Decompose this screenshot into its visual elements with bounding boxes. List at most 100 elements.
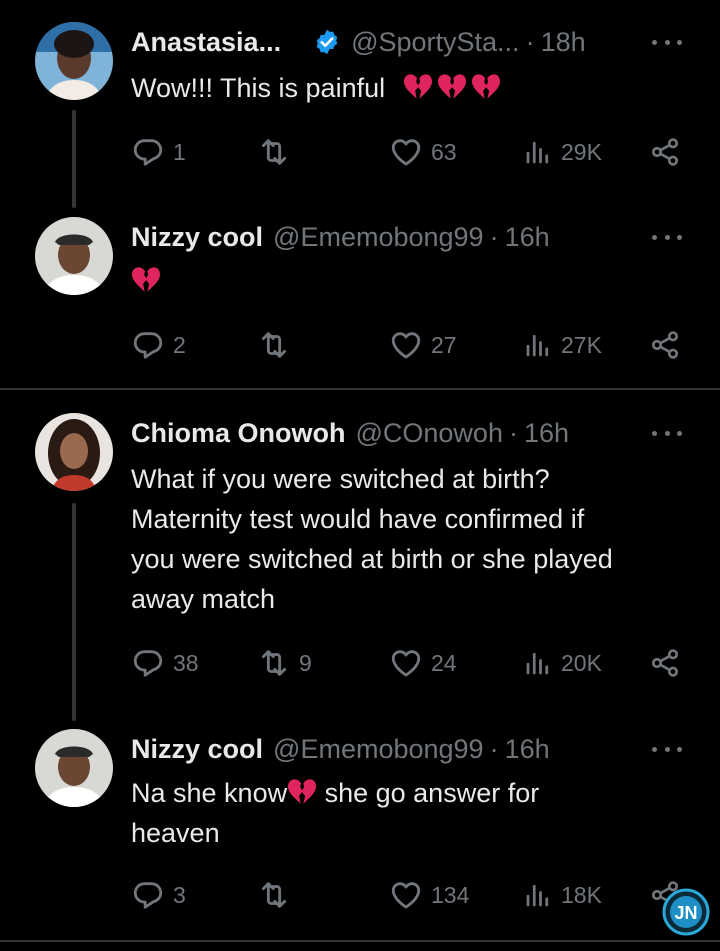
reply-count: 38 xyxy=(173,649,199,676)
reply-icon xyxy=(131,646,165,680)
tweet-text-content: Na she know xyxy=(131,778,288,808)
reply-icon xyxy=(131,878,165,912)
reply-icon xyxy=(131,135,165,169)
separator: · xyxy=(489,733,499,764)
like-count: 27 xyxy=(431,331,457,358)
analytics-icon xyxy=(523,648,553,678)
tweet-header: Nizzy cool @Ememobong99 · 16h xyxy=(131,217,550,257)
action-bar: 2 27 27K xyxy=(131,325,691,365)
broken-heart-icon xyxy=(437,73,467,101)
retweet-button[interactable] xyxy=(257,132,299,172)
avatar[interactable] xyxy=(35,217,113,295)
timestamp[interactable]: 18h xyxy=(541,27,586,58)
share-button[interactable] xyxy=(649,643,681,683)
handle[interactable]: @COnowoh xyxy=(355,418,502,449)
more-icon[interactable] xyxy=(652,225,682,249)
retweet-button[interactable] xyxy=(257,325,299,365)
broken-heart-icon xyxy=(131,266,161,294)
retweet-button[interactable] xyxy=(257,875,299,915)
tweet-text-line: What if you were switched at birth? xyxy=(131,464,550,494)
timestamp[interactable]: 16h xyxy=(505,734,550,765)
reply-icon xyxy=(131,328,165,362)
reply-count: 3 xyxy=(173,881,186,908)
action-bar: 1 63 29K xyxy=(131,132,691,172)
like-button[interactable]: 63 xyxy=(389,132,457,172)
share-icon xyxy=(649,136,681,168)
reply-button[interactable]: 2 xyxy=(131,325,186,365)
like-count: 134 xyxy=(431,881,470,908)
views-button[interactable]: 18K xyxy=(523,875,602,915)
analytics-icon xyxy=(523,330,553,360)
tweet-header: Nizzy cool @Ememobong99 · 16h xyxy=(131,729,550,769)
share-icon xyxy=(649,647,681,679)
share-button[interactable] xyxy=(649,132,681,172)
watermark-text: JN xyxy=(674,903,697,923)
reply-button[interactable]: 1 xyxy=(131,132,186,172)
reply-count: 1 xyxy=(173,138,186,165)
tweet-text-content: Wow!!! This is painful xyxy=(131,73,386,103)
separator: · xyxy=(525,26,535,57)
thread-divider xyxy=(0,388,720,390)
broken-heart-icon xyxy=(287,778,317,806)
reply-count: 2 xyxy=(173,331,186,358)
like-button[interactable]: 24 xyxy=(389,643,457,683)
action-bar: 3 134 18K xyxy=(131,875,691,915)
retweet-icon xyxy=(257,135,291,169)
views-count: 27K xyxy=(561,331,602,358)
more-icon[interactable] xyxy=(652,30,682,54)
thread-line xyxy=(72,110,76,208)
tweet-text-content: she go answer for xyxy=(317,778,540,808)
analytics-icon xyxy=(523,880,553,910)
retweet-icon xyxy=(257,328,291,362)
avatar[interactable] xyxy=(35,22,113,100)
retweet-icon xyxy=(257,878,291,912)
separator: · xyxy=(508,417,518,448)
verified-badge-icon xyxy=(316,29,338,55)
heart-outline-icon xyxy=(389,135,423,169)
views-button[interactable]: 27K xyxy=(523,325,602,365)
display-name[interactable]: Anastasia... xyxy=(131,27,281,58)
timestamp[interactable]: 16h xyxy=(505,222,550,253)
reply-button[interactable]: 3 xyxy=(131,875,186,915)
handle[interactable]: @Ememobong99 xyxy=(273,222,484,253)
retweet-icon xyxy=(257,646,291,680)
separator: · xyxy=(489,221,499,252)
reply-button[interactable]: 38 xyxy=(131,643,199,683)
share-icon xyxy=(649,329,681,361)
like-button[interactable]: 27 xyxy=(389,325,457,365)
timestamp[interactable]: 16h xyxy=(524,418,569,449)
like-count: 24 xyxy=(431,649,457,676)
tweet-text-line: heaven xyxy=(131,818,220,848)
broken-heart-icon xyxy=(471,73,501,101)
views-count: 29K xyxy=(561,138,602,165)
tweet-text-line: Maternity test would have confirmed if xyxy=(131,504,585,534)
handle[interactable]: @Ememobong99 xyxy=(273,734,484,765)
more-icon[interactable] xyxy=(652,421,682,445)
share-button[interactable] xyxy=(649,325,681,365)
display-name[interactable]: Chioma Onowoh xyxy=(131,418,345,449)
display-name[interactable]: Nizzy cool xyxy=(131,734,263,765)
like-button[interactable]: 134 xyxy=(389,875,469,915)
views-button[interactable]: 29K xyxy=(523,132,602,172)
analytics-icon xyxy=(523,137,553,167)
watermark-logo: JN xyxy=(662,888,710,936)
heart-outline-icon xyxy=(389,878,423,912)
divider xyxy=(0,940,720,942)
handle[interactable]: @SportySta... xyxy=(351,27,519,58)
heart-outline-icon xyxy=(389,646,423,680)
tweet-header: Chioma Onowoh @COnowoh · 16h xyxy=(131,413,569,453)
tweet-text xyxy=(131,261,165,301)
views-count: 20K xyxy=(561,649,602,676)
action-bar: 38 9 24 20K xyxy=(131,643,691,683)
tweet-header: Anastasia... @SportySta... · 18h xyxy=(131,22,586,62)
avatar[interactable] xyxy=(35,413,113,491)
more-icon[interactable] xyxy=(652,737,682,761)
avatar[interactable] xyxy=(35,729,113,807)
display-name[interactable]: Nizzy cool xyxy=(131,222,263,253)
views-button[interactable]: 20K xyxy=(523,643,602,683)
retweet-button[interactable]: 9 xyxy=(257,643,312,683)
tweet-text: Wow!!! This is painful xyxy=(131,68,505,108)
tweet-text: What if you were switched at birth? Mate… xyxy=(131,459,613,619)
tweet-text-line: away match xyxy=(131,584,276,614)
heart-outline-icon xyxy=(389,328,423,362)
